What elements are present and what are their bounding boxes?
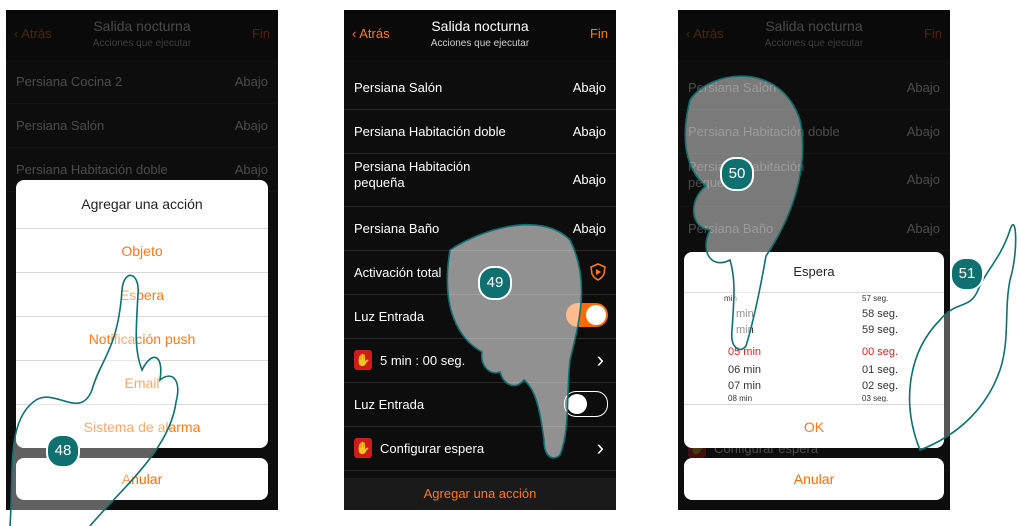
minute-option[interactable]: 06 min xyxy=(728,364,761,376)
list-item[interactable]: Persiana Salón Abajo xyxy=(344,66,616,110)
ok-button[interactable]: OK xyxy=(684,404,944,449)
row-label: 5 min : 00 seg. xyxy=(380,353,466,368)
minute-option[interactable]: min xyxy=(736,308,754,320)
second-option[interactable]: 57 seg. xyxy=(862,294,888,303)
list-item[interactable]: Persiana Habitación pequeña Abajo xyxy=(344,154,616,207)
page-title: Salida nocturna xyxy=(93,18,191,34)
minute-option[interactable]: min xyxy=(724,294,737,303)
row-label: Persiana Baño xyxy=(688,221,774,236)
list-item[interactable]: Luz Entrada xyxy=(344,295,616,339)
second-option[interactable]: 02 seg. xyxy=(862,380,898,392)
step-badge: 48 xyxy=(46,434,80,468)
row-value: Abajo xyxy=(234,118,268,133)
minute-option-selected[interactable]: 05 min xyxy=(728,346,761,358)
row-label: Luz Entrada xyxy=(354,309,425,324)
row-label: Persiana Habitación doble xyxy=(688,124,840,139)
chevron-right-icon: › xyxy=(596,347,604,372)
screen-add-action: ‹ Atrás Salida nocturna Acciones que eje… xyxy=(6,10,278,510)
page-subtitle: Acciones que ejecutar xyxy=(430,38,530,49)
list-item[interactable]: ✋ 5 min : 00 seg. › xyxy=(344,339,616,383)
row-value: Abajo xyxy=(906,124,940,139)
action-email[interactable]: Email xyxy=(16,360,268,405)
sheet-title: Agregar una acción xyxy=(81,196,203,212)
row-value: Abajo xyxy=(572,80,606,95)
light-toggle-off[interactable] xyxy=(564,391,608,417)
add-action-sheet: Agregar una acción Objeto Espera Notific… xyxy=(16,180,268,448)
alarm-shield-icon xyxy=(590,263,606,281)
minute-option[interactable]: min xyxy=(736,324,754,336)
toggle-knob xyxy=(586,305,606,325)
list-item[interactable]: Persiana Habitación doble Abajo xyxy=(344,110,616,154)
toggle-knob xyxy=(567,394,587,414)
row-value: Abajo xyxy=(572,221,606,236)
screen-wait-picker: ‹ Atrás Salida nocturna Acciones que eje… xyxy=(678,10,950,510)
row-value: Abajo xyxy=(572,172,606,187)
add-action-button[interactable]: Agregar una acción xyxy=(344,478,616,510)
dialog-title: Espera xyxy=(684,252,944,293)
row-label: Persiana Salón xyxy=(16,118,105,133)
step-badge: 50 xyxy=(720,157,754,191)
light-toggle-on[interactable] xyxy=(566,303,608,327)
page-subtitle: Acciones que ejecutar xyxy=(764,38,864,49)
page-title: Salida nocturna xyxy=(431,18,529,34)
list-item[interactable]: Persiana Cocina 2 Abajo xyxy=(6,60,278,104)
row-label: Persiana Cocina 2 xyxy=(16,74,123,89)
second-option[interactable]: 03 seg. xyxy=(862,394,888,402)
page-subtitle: Acciones que ejecutar xyxy=(92,38,192,49)
cancel-button[interactable]: Anular xyxy=(684,458,944,500)
list-item[interactable]: Persiana Salón Abajo xyxy=(678,66,950,110)
minute-option[interactable]: 07 min xyxy=(728,380,761,392)
row-value: Abajo xyxy=(906,221,940,236)
list-item[interactable]: Persiana Habitación doble Abajo xyxy=(678,110,950,154)
list-item[interactable]: Persiana Baño Abajo xyxy=(344,207,616,251)
second-option[interactable]: 58 seg. xyxy=(862,308,898,320)
header: ‹ Atrás Salida nocturna Acciones que eje… xyxy=(6,10,278,60)
row-label: Persiana Habitación doble xyxy=(354,124,506,139)
action-push-notification[interactable]: Notificación push xyxy=(16,316,268,361)
row-label: Persiana Habitación pequeña xyxy=(354,159,471,190)
done-button[interactable]: Fin xyxy=(252,26,270,41)
action-wait[interactable]: Espera xyxy=(16,272,268,317)
wait-dialog: Espera min min min 05 min 06 min 07 min … xyxy=(684,252,944,448)
step-badge: 51 xyxy=(950,257,984,291)
second-option-selected[interactable]: 00 seg. xyxy=(862,346,898,358)
row-label: Luz Entrada xyxy=(354,397,425,412)
row-label: Persiana Salón xyxy=(688,80,777,95)
second-option[interactable]: 59 seg. xyxy=(862,324,898,336)
header: ‹ Atrás Salida nocturna Acciones que eje… xyxy=(678,10,950,60)
list-item[interactable]: Persiana Baño Abajo xyxy=(678,207,950,251)
hand-stop-icon: ✋ xyxy=(354,438,372,458)
row-label: Persiana Habitación pequeña xyxy=(688,159,805,190)
row-value: Abajo xyxy=(906,172,940,187)
list-item[interactable]: Persiana Habitación pequeña Abajo xyxy=(678,154,950,207)
done-button[interactable]: Fin xyxy=(590,26,608,41)
row-label: Persiana Salón xyxy=(354,80,443,95)
row-value: Abajo xyxy=(572,124,606,139)
step-badge: 49 xyxy=(478,266,512,300)
screen-actions-list: ‹ Atrás Salida nocturna Acciones que eje… xyxy=(344,10,616,510)
row-value: Abajo xyxy=(234,74,268,89)
row-value: Abajo xyxy=(906,80,940,95)
row-label: Configurar espera xyxy=(380,441,485,456)
hand-stop-icon: ✋ xyxy=(354,350,372,370)
list-item[interactable]: ✋ Configurar espera › xyxy=(344,427,616,471)
second-option[interactable]: 01 seg. xyxy=(862,364,898,376)
action-object[interactable]: Objeto xyxy=(16,228,268,273)
header: ‹ Atrás Salida nocturna Acciones que eje… xyxy=(344,10,616,60)
row-value: Abajo xyxy=(234,162,268,177)
row-label: Persiana Habitación doble xyxy=(16,162,168,177)
list-item[interactable]: Luz Entrada xyxy=(344,383,616,427)
minute-option[interactable]: 08 min xyxy=(728,394,752,402)
page-title: Salida nocturna xyxy=(765,18,863,34)
list-item[interactable]: Persiana Salón Abajo xyxy=(6,104,278,148)
time-picker[interactable]: min min min 05 min 06 min 07 min 08 min … xyxy=(684,292,944,402)
chevron-right-icon: › xyxy=(596,435,604,460)
done-button[interactable]: Fin xyxy=(924,26,942,41)
row-label: Persiana Baño xyxy=(354,221,440,236)
row-label: Activación total xyxy=(354,265,442,280)
